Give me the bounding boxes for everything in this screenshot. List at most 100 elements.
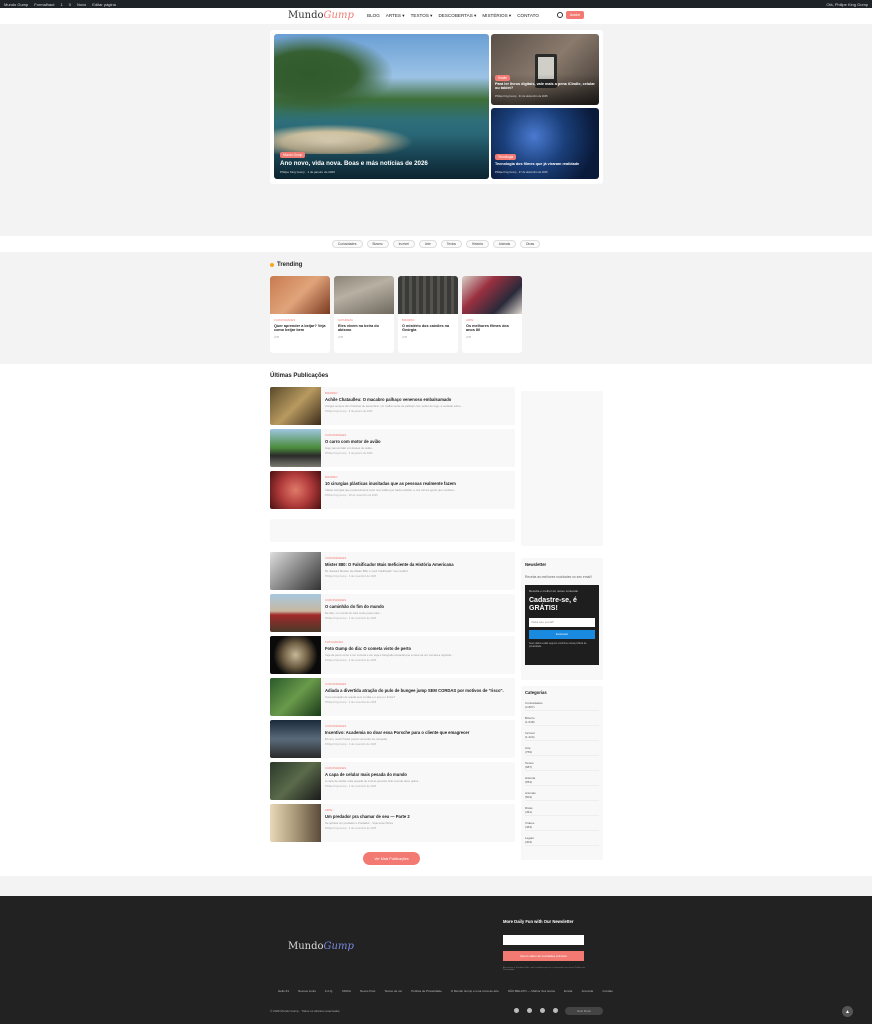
post-title[interactable]: Mister 880: O Falsificador Mais Ineficie… — [325, 562, 454, 567]
category-item[interactable]: Bizarro (1.648) — [525, 716, 599, 726]
post-cat[interactable]: FOTOGRAFIA — [325, 640, 453, 644]
chip-bizarro[interactable]: Bizarro — [366, 240, 389, 248]
trending-card[interactable]: BIZARRO O mistério dos caixões na Geórgi… — [398, 276, 458, 353]
category-item[interactable]: Dicas (491) — [525, 806, 599, 816]
post-item[interactable]: BIZARRO Achile Chataulleu: O macabro palh… — [270, 387, 515, 425]
admin-item[interactable]: Formalhaut — [34, 2, 54, 7]
chip-historia[interactable]: História — [465, 240, 489, 248]
post-title[interactable]: 10 cirurgias plásticas inusitadas que as… — [325, 481, 456, 486]
post-item[interactable]: CURIOSIDADES Mister 880: O Falsificador M… — [270, 552, 515, 590]
trending-card[interactable]: NATUREZA Eles vivem na beira do abismo 4… — [334, 276, 394, 353]
trending-cat[interactable]: ARTE — [466, 318, 518, 322]
post-title[interactable]: A capa de celular mais pesada do mundo — [325, 772, 420, 777]
footer-link[interactable]: Enviar — [564, 989, 573, 993]
hero-side1-title[interactable]: Para ler livros digitais, vale mais a pe… — [495, 82, 595, 90]
post-title[interactable]: Adiada a divertida atração do pulo de bu… — [325, 688, 504, 693]
hero-main[interactable]: Mundo Gump Ano novo, vida nova. Boas e m… — [274, 34, 489, 179]
chip-animais[interactable]: Animais — [492, 240, 517, 248]
post-cat[interactable]: BIZARRO — [325, 475, 456, 479]
trending-title[interactable]: Eles vivem na beira do abismo — [338, 324, 390, 332]
admin-item[interactable]: Editar página — [92, 2, 116, 7]
trending-card[interactable]: ARTE Os melhores filmes dos anos 80 4 ✉ — [462, 276, 522, 353]
post-title[interactable]: O carro com motor de avião — [325, 439, 381, 444]
admin-item[interactable]: 0 — [69, 2, 71, 7]
category-item[interactable]: Vídeos (463) — [525, 821, 599, 831]
hero-side2-tag[interactable]: Tecnologia — [495, 154, 517, 160]
footer-link[interactable]: Política de Privacidade — [411, 989, 442, 993]
trending-cat[interactable]: CURIOSIDADES — [274, 318, 326, 322]
nav-blog[interactable]: BLOG — [367, 13, 380, 19]
hero-main-title[interactable]: Ano novo, vida nova. Boas e más notícias… — [280, 160, 480, 167]
footer-link[interactable]: DMCA — [342, 989, 351, 993]
nav-artes[interactable]: ARTES ▾ — [386, 13, 405, 19]
post-title[interactable]: Um predador pra chamar de seu — Parte 2 — [325, 814, 410, 819]
chip-incrivel[interactable]: Incrível — [392, 240, 415, 248]
post-title[interactable]: Foto Gump do dia: O cometa visto de pert… — [325, 646, 453, 651]
admin-item[interactable]: Novo — [77, 2, 86, 7]
newsletter-submit[interactable]: Inscrever — [529, 629, 595, 639]
trending-title[interactable]: O mistério dos caixões na Geórgia — [402, 324, 454, 332]
trending-title[interactable]: Quer aprender a beijar? Veja como beijar… — [274, 324, 326, 332]
subscribe-button[interactable]: Assine — [566, 11, 584, 19]
chip-textos[interactable]: Textos — [440, 240, 462, 248]
post-title[interactable]: Incentivo: Academia no doar essa Porsche… — [325, 730, 469, 735]
post-cat[interactable]: ARTE — [325, 808, 410, 812]
nav-contato[interactable]: CONTATO — [517, 13, 539, 19]
chip-arte[interactable]: Arte — [418, 240, 437, 248]
admin-item[interactable]: Mundo Gump — [4, 2, 28, 7]
footer-link[interactable]: O Mundo Gump é uma zona de arte — [451, 989, 499, 993]
nav-descobertas[interactable]: DESCOBERTAS ▾ — [438, 13, 476, 19]
more-posts-button[interactable]: Ver Mais Publicações — [363, 852, 420, 865]
chip-dicas[interactable]: Dicas — [520, 240, 541, 248]
trending-cat[interactable]: BIZARRO — [402, 318, 454, 322]
admin-item[interactable]: 1 — [60, 2, 62, 7]
category-item[interactable]: Arte (769) — [525, 746, 599, 756]
dark-mode-toggle[interactable]: Dark Mode — [565, 1007, 603, 1015]
post-cat[interactable]: CURIOSIDADES — [325, 682, 504, 686]
footer-link[interactable]: NÃO BELATO — Melhor dos textos — [508, 989, 555, 993]
footer-email-input[interactable] — [503, 935, 584, 945]
admin-user[interactable]: Olá, Philipe King Gump — [826, 2, 868, 7]
post-item[interactable]: CURIOSIDADES Incentivo: Academia no doar … — [270, 720, 515, 758]
category-item[interactable]: Textos (687) — [525, 761, 599, 771]
footer-link[interactable]: Anunciar — [582, 989, 594, 993]
post-cat[interactable]: CURIOSIDADES — [325, 724, 469, 728]
footer-link[interactable]: Nossos Links — [298, 989, 316, 993]
post-cat[interactable]: CURIOSIDADES — [325, 556, 454, 560]
post-item[interactable]: CURIOSIDADES O caminhão do fim do mundo De… — [270, 594, 515, 632]
footer-link[interactable]: Hello #1 — [278, 989, 289, 993]
category-item[interactable]: Curiosidades (2.807) — [525, 701, 599, 711]
category-item[interactable]: Legais (403) — [525, 836, 599, 846]
trending-card[interactable]: CURIOSIDADES Quer aprender a beijar? Vej… — [270, 276, 330, 353]
post-item[interactable]: BIZARRO 10 cirurgias plásticas inusitadas… — [270, 471, 515, 509]
hero-side2-title[interactable]: Tecnologia dos filmes que já viraram rea… — [495, 162, 595, 166]
footer-link[interactable]: Contato — [602, 989, 613, 993]
newsletter-email-input[interactable]: Insira seu e-mail* — [529, 617, 595, 627]
post-item[interactable]: CURIOSIDADES A capa de celular mais pesad… — [270, 762, 515, 800]
trending-cat[interactable]: NATUREZA — [338, 318, 390, 322]
post-cat[interactable]: CURIOSIDADES — [325, 433, 381, 437]
hero-side-1[interactable]: Kindle Para ler livros digitais, vale ma… — [491, 34, 599, 105]
post-item[interactable]: CURIOSIDADES Adiada a divertida atração d… — [270, 678, 515, 716]
instagram-icon[interactable] — [527, 1008, 532, 1013]
post-cat[interactable]: CURIOSIDADES — [325, 598, 384, 602]
post-item[interactable]: CURIOSIDADES O carro com motor de avião Ho… — [270, 429, 515, 467]
trending-title[interactable]: Os melhores filmes dos anos 80 — [466, 324, 518, 332]
footer-newsletter-button[interactable]: Quero saber as novidades primeiro — [503, 951, 584, 961]
nav-misterios[interactable]: MISTÉRIOS ▾ — [482, 13, 511, 19]
nav-textos[interactable]: TEXTOS ▾ — [411, 13, 433, 19]
youtube-icon[interactable] — [540, 1008, 545, 1013]
hero-main-tag[interactable]: Mundo Gump — [280, 152, 306, 158]
footer-logo[interactable]: MundoGump — [288, 941, 354, 952]
footer-link[interactable]: F.A.Q. — [325, 989, 333, 993]
footer-link[interactable]: Textos de ver — [384, 989, 402, 993]
post-title[interactable]: Achile Chataulleu: O macabro palhaço ven… — [325, 397, 463, 402]
chip-curiosidades[interactable]: Curiosidades — [331, 240, 363, 248]
category-item[interactable]: História (553) — [525, 776, 599, 786]
post-cat[interactable]: BIZARRO — [325, 391, 463, 395]
hero-side-2[interactable]: Tecnologia Tecnologia dos filmes que já … — [491, 108, 599, 179]
scroll-top-button[interactable]: ▲ — [842, 1006, 853, 1017]
search-icon[interactable] — [557, 12, 563, 18]
post-item[interactable]: FOTOGRAFIA Foto Gump do dia: O cometa vis… — [270, 636, 515, 674]
category-item[interactable]: Animais (504) — [525, 791, 599, 801]
